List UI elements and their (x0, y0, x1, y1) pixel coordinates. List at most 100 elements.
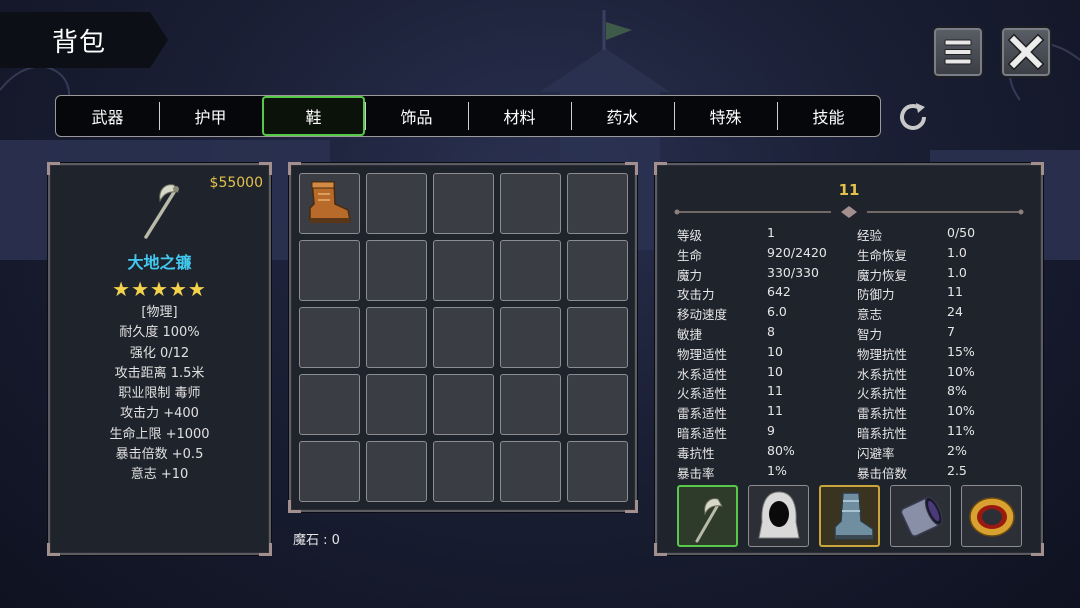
item-attack: 攻击力 +400 (120, 406, 199, 422)
item-enhance: 强化 0/12 (129, 345, 190, 361)
page-title: 背包 (52, 28, 107, 58)
boots-icon (309, 181, 351, 223)
stat-label: 物理适性 (677, 346, 728, 362)
inventory-slot[interactable] (433, 307, 494, 368)
stat-label: 移动速度 (677, 307, 728, 323)
stat-label: 意志 (857, 307, 883, 323)
stat-value: 11 (767, 383, 783, 399)
stat-label: 火系抗性 (857, 386, 908, 402)
item-name: 大地之镰 (127, 253, 192, 272)
stat-label: 水系抗性 (857, 366, 908, 382)
inventory-slot[interactable] (500, 441, 561, 502)
stat-label: 生命恢复 (857, 247, 908, 263)
tab-potion[interactable]: 药水 (571, 96, 674, 136)
inventory-slot[interactable] (366, 307, 427, 368)
stat-value: 0/50 (947, 225, 976, 240)
stat-row: 暴击率 1% 暴击倍数 2.5 (677, 463, 1037, 483)
scythe-icon (144, 184, 179, 239)
stat-row: 火系适性 11 火系抗性 8% (677, 383, 1037, 403)
inventory-slot[interactable] (299, 240, 360, 301)
tab-special[interactable]: 特殊 (674, 96, 777, 136)
armored-boots-icon (834, 492, 874, 540)
inventory-slot[interactable] (500, 173, 561, 234)
inventory-slot[interactable] (366, 173, 427, 234)
tab-armor[interactable]: 护甲 (159, 96, 262, 136)
stat-label: 物理抗性 (857, 346, 908, 362)
inventory-slot[interactable] (500, 307, 561, 368)
stat-value: 15% (947, 343, 975, 359)
stat-value: 8% (947, 383, 967, 399)
magic-stone-count: 魔石 : 0 (293, 533, 340, 548)
stat-row: 水系适性 10 水系抗性 10% (677, 364, 1037, 384)
inventory-slot[interactable] (500, 374, 561, 435)
stat-value: 11 (767, 403, 783, 419)
tab-skill[interactable]: 技能 (777, 96, 880, 136)
tab-shoes[interactable]: 鞋 (262, 96, 365, 136)
stat-value: 10% (947, 403, 975, 419)
inventory-slot[interactable] (567, 307, 628, 368)
tab-accessory[interactable]: 饰品 (365, 96, 468, 136)
item-crit-multiplier: 暴击倍数 +0.5 (115, 447, 204, 463)
equip-slot-accessory[interactable] (961, 485, 1022, 547)
stat-value: 8 (767, 323, 775, 339)
tab-weapon[interactable]: 武器 (56, 96, 159, 136)
inventory-slot[interactable] (567, 240, 628, 301)
inventory-slot[interactable] (433, 173, 494, 234)
character-level: 11 (838, 181, 860, 199)
stat-label: 火系适性 (677, 386, 728, 402)
inventory-slot[interactable] (433, 441, 494, 502)
inventory-slot[interactable] (299, 307, 360, 368)
star-rating: ★★★★★ (112, 277, 207, 301)
close-icon (1007, 33, 1045, 71)
inventory-slot[interactable] (567, 173, 628, 234)
inventory-slot[interactable] (500, 240, 561, 301)
inventory-slot[interactable] (433, 374, 494, 435)
stat-label: 毒抗性 (677, 445, 715, 461)
inventory-slot[interactable] (366, 240, 427, 301)
refresh-icon[interactable] (894, 98, 932, 136)
stat-row: 暗系适性 9 暗系抗性 11% (677, 423, 1037, 443)
stat-label: 暗系适性 (677, 425, 728, 441)
inventory-slot[interactable] (299, 173, 360, 234)
inventory-slot[interactable] (366, 374, 427, 435)
inventory-slot[interactable] (433, 240, 494, 301)
stat-value: 24 (947, 304, 963, 320)
stat-label: 暴击倍数 (857, 465, 908, 481)
equip-slot-head[interactable] (748, 485, 809, 547)
menu-button[interactable] (932, 26, 984, 78)
stat-row: 生命 920/2420 生命恢复 1.0 (677, 245, 1037, 265)
character-stats-panel: 11 等级 1 经验 0/50 生命 920/2420 生命恢复 1.0 魔力 330/330 魔力… (654, 162, 1044, 556)
stat-label: 水系适性 (677, 366, 728, 382)
stat-row: 毒抗性 80% 闪避率 2% (677, 443, 1037, 463)
stat-value: 9 (767, 422, 775, 438)
stat-value: 2.5 (947, 462, 967, 478)
inventory-slot[interactable] (299, 441, 360, 502)
item-detail-panel: $55000 大地之镰 ★★★★★ [物理] 耐久度 100% 强化 0/12 … (47, 162, 272, 556)
equip-slot-weapon[interactable] (677, 485, 738, 547)
inventory-slot[interactable] (567, 441, 628, 502)
stat-label: 闪避率 (857, 445, 895, 461)
stat-label: 敏捷 (677, 326, 703, 342)
inventory-slot[interactable] (299, 374, 360, 435)
inventory-slot[interactable] (366, 441, 427, 502)
stat-value: 1.0 (947, 264, 967, 280)
stat-value: 330/330 (767, 264, 819, 280)
equip-slot-feet[interactable] (819, 485, 880, 547)
item-class-restriction: 职业限制 毒师 (118, 386, 201, 402)
divider-ornament (674, 206, 1024, 218)
stat-row: 移动速度 6.0 意志 24 (677, 304, 1037, 324)
stat-value: 10% (947, 363, 975, 379)
stat-value: 80% (767, 442, 795, 458)
tab-material[interactable]: 材料 (468, 96, 571, 136)
stat-value: 2% (947, 442, 967, 458)
stat-value: 11% (947, 422, 975, 438)
close-button[interactable] (1000, 26, 1052, 78)
stat-label: 攻击力 (677, 287, 715, 303)
equip-slot-arm[interactable] (890, 485, 951, 547)
stat-row: 攻击力 642 防御力 11 (677, 284, 1037, 304)
stat-row: 雷系适性 11 雷系抗性 10% (677, 403, 1037, 423)
item-will: 意志 +10 (130, 467, 189, 483)
inventory-slot[interactable] (567, 374, 628, 435)
item-price: $55000 (209, 175, 263, 191)
item-attributes: [物理] 耐久度 100% 强化 0/12 攻击距离 1.5米 职业限制 毒师 … (50, 303, 269, 486)
